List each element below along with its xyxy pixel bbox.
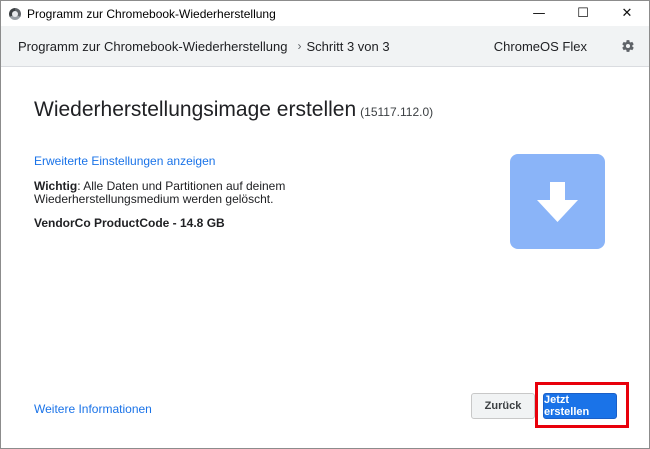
app-header: Programm zur Chromebook-Wiederherstellun…: [1, 26, 649, 67]
title-bar: Programm zur Chromebook-Wiederherstellun…: [1, 1, 649, 26]
more-info-link[interactable]: Weitere Informationen: [34, 402, 152, 416]
product-name: ChromeOS Flex: [493, 38, 587, 54]
maximize-button[interactable]: ☐: [561, 1, 605, 26]
page-title-text: Wiederherstellungsimage erstellen: [34, 98, 357, 121]
selected-device: VendorCo ProductCode - 14.8 GB: [34, 216, 225, 230]
breadcrumb-app-name: Programm zur Chromebook-Wiederherstellun…: [18, 38, 288, 54]
page-title: Wiederherstellungsimage erstellen (15117.…: [34, 98, 433, 122]
download-arrow-icon: [510, 154, 605, 249]
app-logo-icon: [9, 7, 21, 20]
back-button[interactable]: Zurück: [471, 393, 535, 419]
version-label: (15117.112.0): [360, 105, 434, 119]
gear-icon[interactable]: [621, 39, 635, 53]
warning-label: Wichtig: [34, 179, 78, 193]
breadcrumb-step: Schritt 3 von 3: [306, 38, 390, 54]
download-arrow-glyph: [537, 182, 578, 222]
app-window: Programm zur Chromebook-Wiederherstellun…: [0, 0, 650, 449]
advanced-settings-link[interactable]: Erweiterte Einstellungen anzeigen: [34, 154, 215, 168]
create-now-button[interactable]: Jetzt erstellen: [543, 393, 617, 419]
close-button[interactable]: ✕: [605, 1, 649, 26]
warning-message: Wichtig: Alle Daten und Partitionen auf …: [34, 180, 414, 206]
minimize-button[interactable]: —: [517, 1, 561, 26]
window-title: Programm zur Chromebook-Wiederherstellun…: [27, 6, 276, 21]
breadcrumb-chevron-icon: ›: [297, 39, 302, 53]
window-controls: — ☐ ✕: [517, 1, 649, 26]
